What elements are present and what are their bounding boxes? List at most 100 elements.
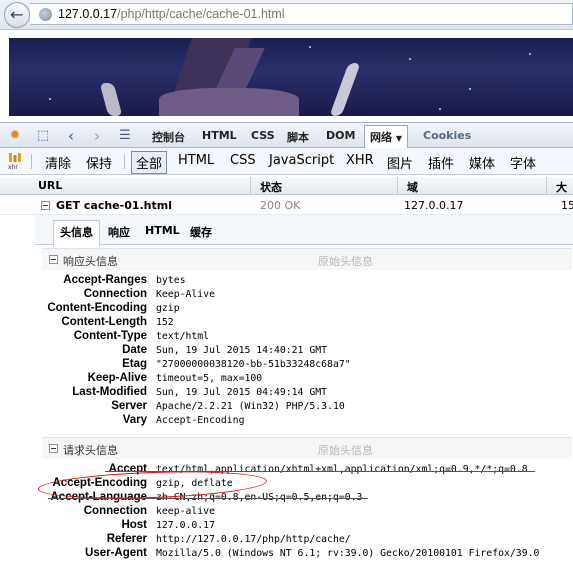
firebug-bug-icon[interactable]: ✹ xyxy=(7,128,23,144)
url-text: 127.0.0.17/php/http/cache/cache-01.html xyxy=(58,7,285,21)
header-name: Host xyxy=(121,519,147,531)
filter-fonts[interactable]: 字体 xyxy=(510,153,536,172)
tab-response[interactable]: 响应 xyxy=(108,224,130,240)
filter-all[interactable]: 全部 xyxy=(131,151,168,174)
header-name: Last-Modified xyxy=(72,386,147,398)
column-domain[interactable]: 域 xyxy=(407,179,418,195)
tab-console[interactable]: 控制台 xyxy=(152,129,185,145)
request-details: 头信息 响应 HTML 缓存 响应头信息 原始头信息 Accept-Ranges… xyxy=(35,215,573,562)
header-value: timeout=5, max=100 xyxy=(156,373,263,384)
request-headers-section[interactable]: 请求头信息 原始头信息 xyxy=(42,437,572,459)
header-row: Server Apache/2.2.21 (Win32) PHP/5.3.10 xyxy=(35,400,573,414)
header-value: 127.0.0.17 xyxy=(156,520,215,531)
filter-media[interactable]: 媒体 xyxy=(469,153,495,172)
header-row: Date Sun, 19 Jul 2015 14:40:21 GMT xyxy=(35,344,573,358)
command-editor-icon[interactable]: ☰ xyxy=(117,128,133,144)
url-path: /php/http/cache/cache-01.html xyxy=(117,7,285,21)
tab-detail-html[interactable]: HTML xyxy=(145,224,180,237)
request-domain: 127.0.0.17 xyxy=(404,199,464,212)
header-row: Content-Length 152 xyxy=(35,316,573,330)
filter-html[interactable]: HTML xyxy=(178,153,214,168)
collapse-icon[interactable] xyxy=(49,255,58,264)
header-row: Keep-Alive timeout=5, max=100 xyxy=(35,372,573,386)
header-name: Connection xyxy=(83,288,147,300)
filter-images[interactable]: 图片 xyxy=(387,153,413,172)
tab-css[interactable]: CSS xyxy=(251,129,275,142)
tab-net-label: 网络 xyxy=(370,131,392,144)
header-name: Server xyxy=(111,400,147,412)
inspect-icon[interactable]: ⬚ xyxy=(35,128,51,144)
header-row: Content-Encoding gzip xyxy=(35,302,573,316)
header-value: "27000000038120-bb-51b33248c68a7" xyxy=(156,359,351,370)
response-headers-section[interactable]: 响应头信息 原始头信息 xyxy=(42,248,572,270)
filter-javascript[interactable]: JavaScript xyxy=(269,153,334,168)
header-value: Sun, 19 Jul 2015 04:49:14 GMT xyxy=(156,387,328,398)
filter-plugins[interactable]: 插件 xyxy=(428,153,454,172)
xhr-icon[interactable]: xhr xyxy=(8,152,22,170)
header-row: Connection keep-alive xyxy=(35,505,573,519)
header-row: Content-Type text/html xyxy=(35,330,573,344)
response-headers-title: 响应头信息 xyxy=(63,255,118,268)
table-row[interactable]: GET cache-01.html 200 OK 127.0.0.17 15 xyxy=(0,196,573,215)
forward-icon[interactable]: › xyxy=(89,128,105,144)
raw-headers-link[interactable]: 原始头信息 xyxy=(318,253,373,269)
header-value: Sun, 19 Jul 2015 14:40:21 GMT xyxy=(156,345,328,356)
request-headers-title: 请求头信息 xyxy=(63,444,118,457)
header-value: 152 xyxy=(156,317,174,328)
column-status[interactable]: 状态 xyxy=(260,179,282,195)
header-value: text/html xyxy=(156,331,210,342)
header-name: Date xyxy=(122,344,147,356)
back-icon[interactable]: ‹ xyxy=(63,128,79,144)
header-name: Referer xyxy=(106,533,147,545)
back-button[interactable]: ← xyxy=(4,2,30,28)
chevron-down-icon: ▼ xyxy=(395,134,402,143)
header-row: Connection Keep-Alive xyxy=(35,288,573,302)
header-value: Accept-Encoding xyxy=(156,415,245,426)
header-name: Content-Length xyxy=(61,316,147,328)
filter-xhr[interactable]: XHR xyxy=(346,153,374,168)
tab-cache[interactable]: 缓存 xyxy=(190,224,212,240)
header-value: http://127.0.0.17/php/http/cache/ xyxy=(156,534,351,545)
tab-dom[interactable]: DOM xyxy=(326,129,355,142)
collapse-icon[interactable] xyxy=(49,444,58,453)
header-name: Content-Encoding xyxy=(47,302,147,314)
net-column-header: URL 状态 域 大小 xyxy=(0,177,573,210)
header-row: Accept-Ranges bytes xyxy=(35,274,573,288)
header-row: Etag "27000000038120-bb-51b33248c68a7" xyxy=(35,358,573,372)
header-value: Apache/2.2.21 (Win32) PHP/5.3.10 xyxy=(156,401,345,412)
collapse-icon[interactable] xyxy=(41,201,50,210)
header-row: Last-Modified Sun, 19 Jul 2015 04:49:14 G… xyxy=(35,386,573,400)
request-status: 200 OK xyxy=(260,199,301,212)
raw-headers-link[interactable]: 原始头信息 xyxy=(318,442,373,458)
header-row: Vary Accept-Encoding xyxy=(35,414,573,428)
net-filter-toolbar: xhr 清除 保持 全部 HTML CSS JavaScript XHR 图片 … xyxy=(0,148,573,175)
header-value: Mozilla/5.0 (Windows NT 6.1; rv:39.0) Ge… xyxy=(156,548,540,559)
header-row: User-Agent Mozilla/5.0 (Windows NT 6.1; r… xyxy=(35,547,573,561)
tab-cookies[interactable]: Cookies xyxy=(423,129,471,142)
header-value: bytes xyxy=(156,275,186,286)
persist-button[interactable]: 保持 xyxy=(86,153,112,172)
globe-icon xyxy=(39,8,52,21)
tab-script[interactable]: 脚本 xyxy=(287,129,309,145)
header-name: Content-Type xyxy=(73,330,147,342)
tab-headers[interactable]: 头信息 xyxy=(53,220,100,247)
address-bar: ← 127.0.0.17/php/http/cache/cache-01.htm… xyxy=(0,0,573,30)
filter-css[interactable]: CSS xyxy=(230,153,256,168)
tab-net[interactable]: 网络 ▼ xyxy=(364,125,408,149)
header-row: Referer http://127.0.0.17/php/http/cache/ xyxy=(35,533,573,547)
header-name: Keep-Alive xyxy=(87,372,147,384)
detail-tabs: 头信息 响应 HTML 缓存 xyxy=(35,215,573,247)
svg-text:xhr: xhr xyxy=(8,164,18,170)
request-size: 15 xyxy=(561,199,573,212)
header-name: Connection xyxy=(83,505,147,517)
header-name: Vary xyxy=(122,414,147,426)
column-url[interactable]: URL xyxy=(38,179,62,192)
url-input[interactable]: 127.0.0.17/php/http/cache/cache-01.html xyxy=(30,3,573,25)
header-row: Host 127.0.0.17 xyxy=(35,519,573,533)
page-content-image xyxy=(9,38,573,116)
tab-html[interactable]: HTML xyxy=(202,129,237,142)
header-name: User-Agent xyxy=(85,547,147,559)
clear-button[interactable]: 清除 xyxy=(45,153,71,172)
header-value: Keep-Alive xyxy=(156,289,215,300)
header-name: Accept-Ranges xyxy=(63,274,147,286)
